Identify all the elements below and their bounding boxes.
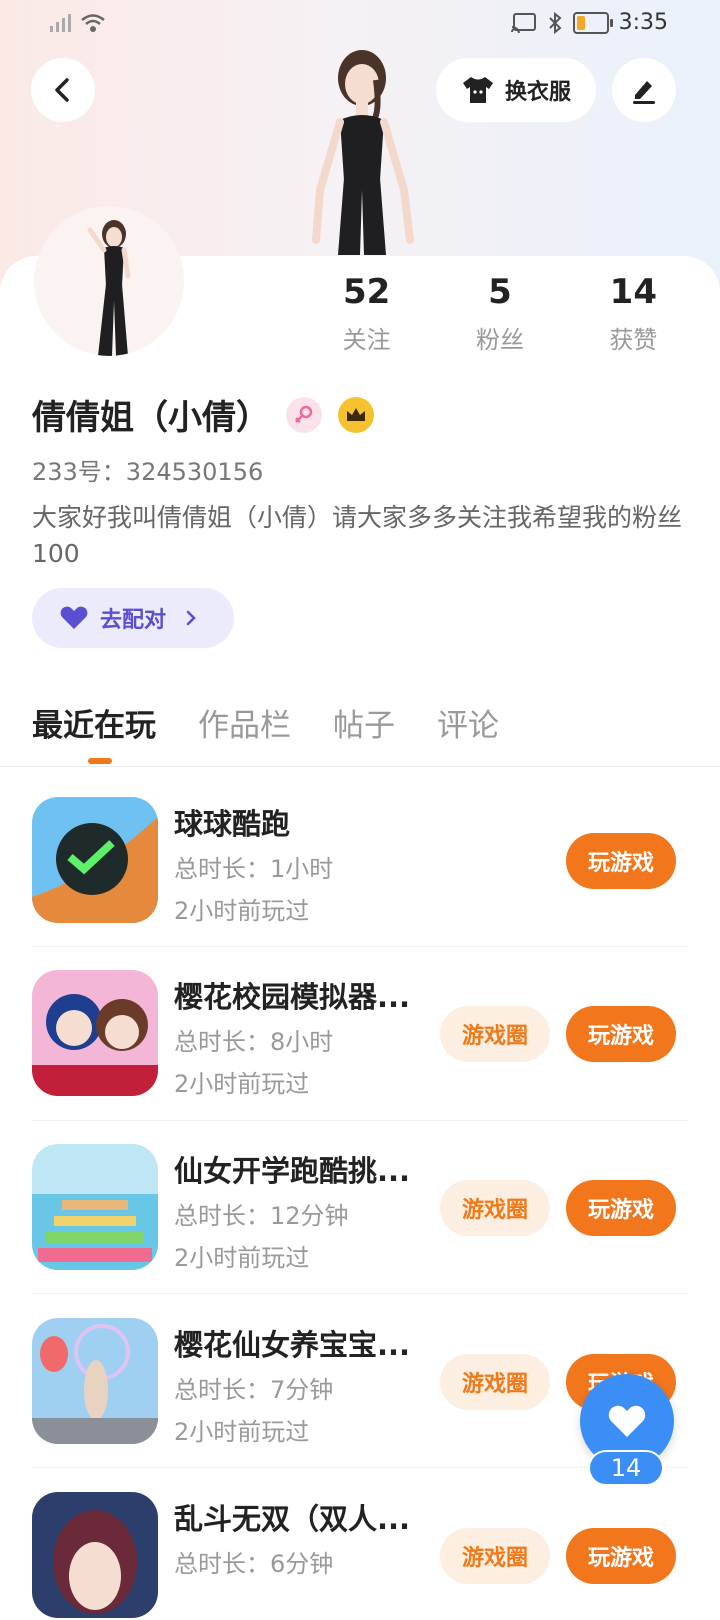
bluetooth-icon <box>548 11 562 34</box>
game-icon <box>32 1144 158 1270</box>
list-item[interactable]: 樱花校园模拟器... 总时长：8小时 2小时前玩过 游戏圈 玩游戏 <box>32 970 688 1098</box>
heart-icon <box>608 1405 646 1437</box>
game-icon <box>32 797 158 923</box>
game-duration: 总时长：6分钟 <box>174 1550 334 1578</box>
game-circle-button[interactable]: 游戏圈 <box>440 1354 550 1410</box>
stat-value: 14 <box>609 272 657 312</box>
signal-icon <box>50 14 71 32</box>
divider <box>32 946 688 947</box>
game-last-played: 2小时前玩过 <box>174 1070 310 1098</box>
game-title: 仙女开学跑酷挑... <box>174 1154 411 1188</box>
profile-name-row: 倩倩姐（小倩） <box>32 390 374 439</box>
chevron-left-icon <box>55 78 69 102</box>
change-outfit-label: 换衣服 <box>504 80 571 105</box>
game-circle-button[interactable]: 游戏圈 <box>440 1180 550 1236</box>
stat-label: 关注 <box>342 326 391 354</box>
list-item[interactable]: 乱斗无双（双人... 总时长：6分钟 游戏圈 玩游戏 <box>32 1492 688 1620</box>
game-last-played: 2小时前玩过 <box>174 897 310 925</box>
stat-label: 获赞 <box>609 326 658 354</box>
divider <box>32 1120 688 1121</box>
game-duration: 总时长：8小时 <box>174 1028 334 1056</box>
game-last-played: 2小时前玩过 <box>174 1244 310 1272</box>
profile-tabs: 最近在玩 作品栏 帖子 评论 <box>32 700 499 745</box>
play-game-button[interactable]: 玩游戏 <box>566 1180 676 1236</box>
game-duration: 总时长：12分钟 <box>174 1202 349 1230</box>
stat-following[interactable]: 52 关注 <box>300 272 433 355</box>
game-duration: 总时长：1小时 <box>174 855 334 883</box>
stat-label: 粉丝 <box>475 326 524 354</box>
stat-value: 52 <box>343 272 391 312</box>
game-title: 球球酷跑 <box>174 807 291 841</box>
profile-stats: 52 关注 5 粉丝 14 获赞 <box>300 272 700 355</box>
divider <box>32 1293 688 1294</box>
stat-likes[interactable]: 14 获赞 <box>567 272 700 355</box>
game-last-played: 2小时前玩过 <box>174 1418 310 1446</box>
game-circle-button[interactable]: 游戏圈 <box>440 1528 550 1584</box>
game-icon <box>32 1318 158 1444</box>
battery-icon <box>572 11 613 34</box>
tab-works[interactable]: 作品栏 <box>198 700 291 745</box>
match-label: 去配对 <box>100 608 167 633</box>
tab-posts[interactable]: 帖子 <box>333 700 395 745</box>
female-gender-icon <box>286 396 322 433</box>
pencil-icon <box>633 81 655 104</box>
game-duration: 总时长：7分钟 <box>174 1376 334 1404</box>
user-id: 233号：324530156 <box>32 458 264 486</box>
avatar[interactable] <box>34 206 184 356</box>
game-title: 樱花校园模拟器... <box>174 980 411 1014</box>
match-button[interactable]: 去配对 <box>32 588 234 648</box>
shirt-icon <box>462 77 493 103</box>
tab-recently-played[interactable]: 最近在玩 <box>32 700 156 745</box>
profile-bio: 大家好我叫倩倩姐（小倩）请大家多多关注我希望我的粉丝100 <box>32 503 683 568</box>
game-title: 乱斗无双（双人... <box>174 1502 411 1536</box>
change-outfit-button[interactable]: 换衣服 <box>436 58 596 122</box>
game-title: 樱花仙女养宝宝... <box>174 1328 411 1362</box>
play-game-button[interactable]: 玩游戏 <box>566 1528 676 1584</box>
divider <box>0 766 720 767</box>
list-item[interactable]: 仙女开学跑酷挑... 总时长：12分钟 2小时前玩过 游戏圈 玩游戏 <box>32 1144 688 1272</box>
play-game-button[interactable]: 玩游戏 <box>566 833 676 889</box>
stat-followers[interactable]: 5 粉丝 <box>433 272 566 355</box>
stat-value: 5 <box>488 272 512 312</box>
game-icon <box>32 1492 158 1618</box>
avatar-3d-figure <box>312 50 414 255</box>
game-circle-button[interactable]: 游戏圈 <box>440 1006 550 1062</box>
avatar-figure <box>87 220 131 356</box>
chevron-right-icon <box>186 610 196 626</box>
status-time: 3:35 <box>618 10 668 35</box>
back-button[interactable] <box>31 58 95 122</box>
active-tab-indicator <box>88 758 112 764</box>
edit-profile-button[interactable] <box>612 58 676 122</box>
profile-name: 倩倩姐（小倩） <box>32 398 270 438</box>
crown-icon[interactable] <box>338 396 374 433</box>
play-game-button[interactable]: 玩游戏 <box>566 1006 676 1062</box>
cast-icon <box>510 12 536 33</box>
game-icon <box>32 970 158 1096</box>
tab-comments[interactable]: 评论 <box>437 700 499 745</box>
heart-icon <box>60 606 88 629</box>
like-count-badge: 14 <box>588 1450 664 1486</box>
list-item[interactable]: 球球酷跑 总时长：1小时 2小时前玩过 玩游戏 <box>32 797 688 925</box>
wifi-icon <box>81 14 105 32</box>
